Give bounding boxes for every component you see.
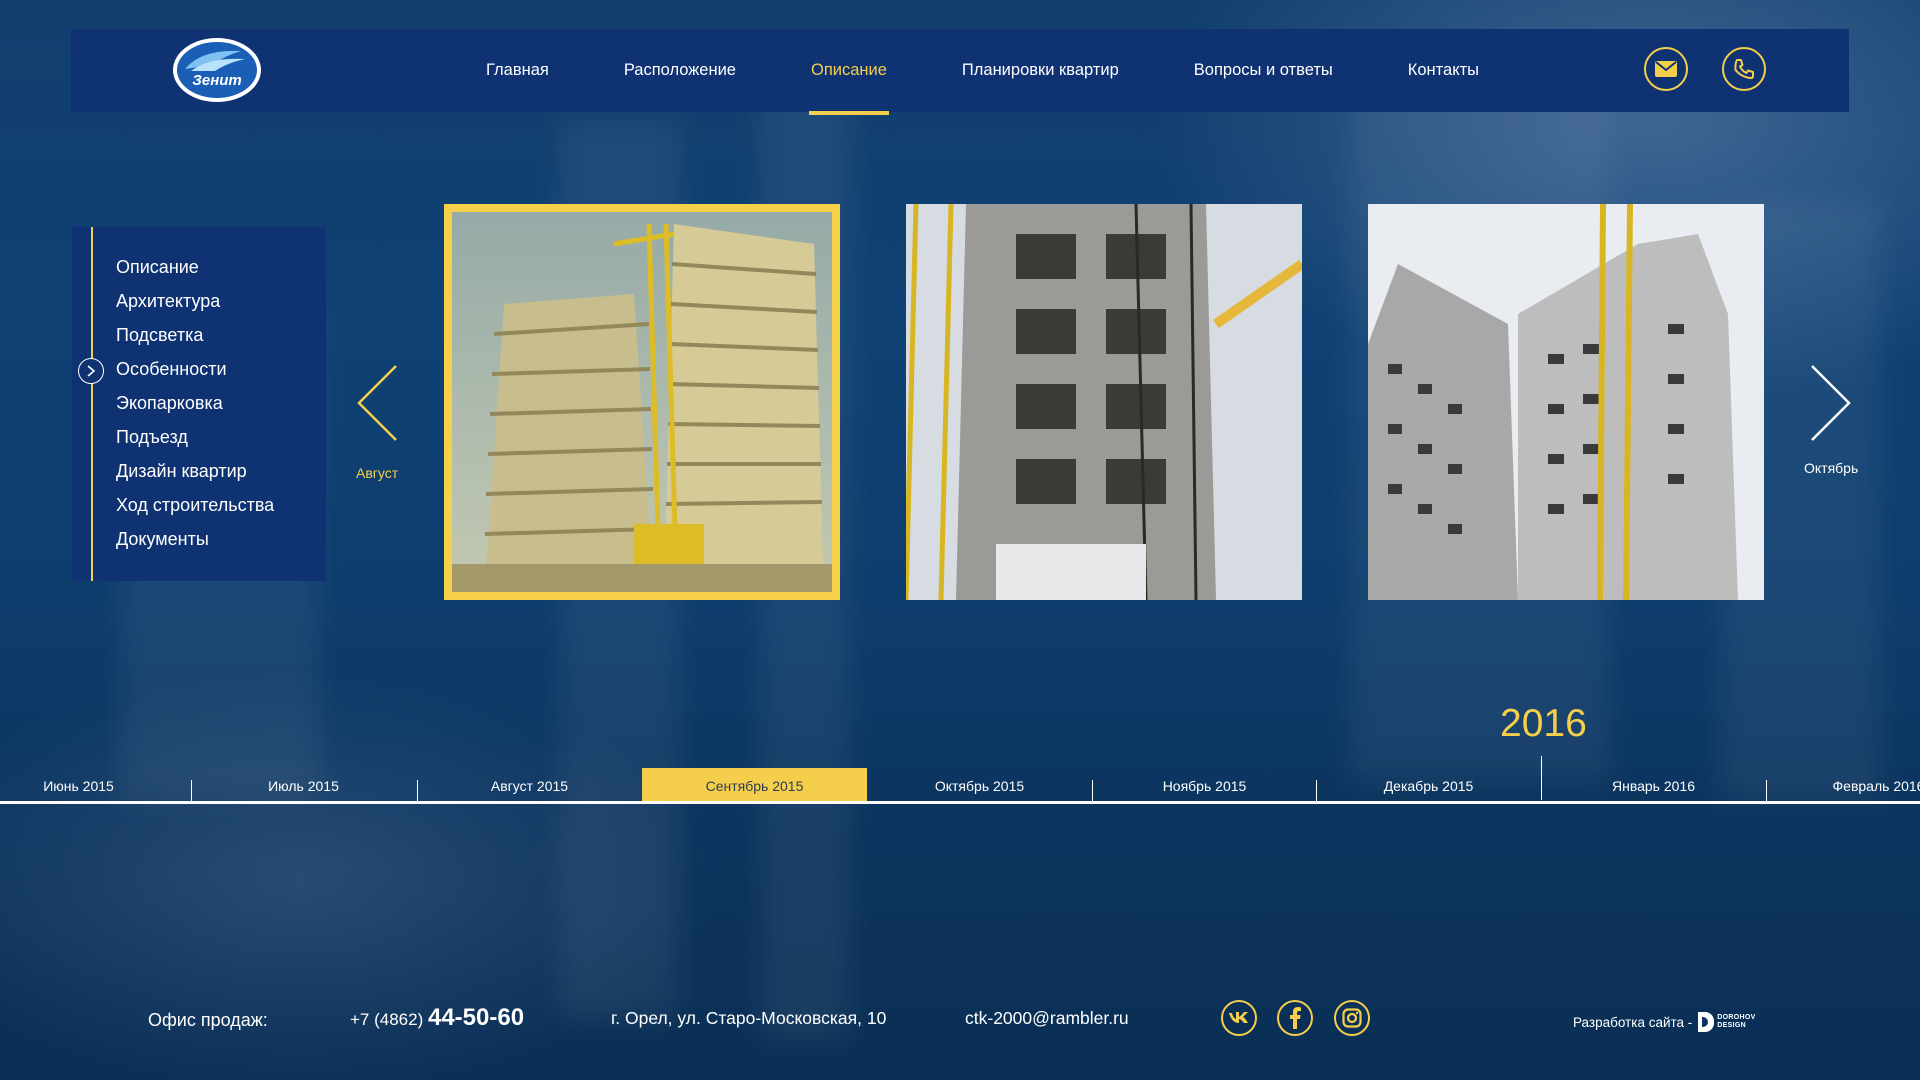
- footer-phone[interactable]: +7 (4862) 44-50-60: [350, 1004, 524, 1032]
- gallery-next-label[interactable]: Октябрь: [1804, 460, 1858, 476]
- timeline-month[interactable]: Ноябрь 2015: [1092, 768, 1317, 804]
- side-item-architecture[interactable]: Архитектура: [116, 284, 274, 318]
- nav-layouts[interactable]: Планировки квартир: [962, 29, 1119, 112]
- gallery-photo-1[interactable]: [444, 204, 840, 600]
- phone-icon: [1734, 59, 1754, 79]
- timeline-month[interactable]: Декабрь 2015: [1316, 768, 1541, 804]
- chevron-right-icon: [1811, 365, 1851, 441]
- zenit-logo[interactable]: Зенит: [171, 35, 263, 105]
- main-nav: Главная Расположение Описание Планировки…: [486, 29, 1554, 115]
- side-item-construction-progress[interactable]: Ход строительства: [116, 488, 274, 522]
- timeline-axis: [0, 801, 1920, 804]
- chevron-left-icon: [357, 365, 397, 441]
- side-item-documents[interactable]: Документы: [116, 522, 274, 556]
- logo-text: Зенит: [192, 72, 242, 89]
- side-item-ecoparking[interactable]: Экопарковка: [116, 386, 274, 420]
- gallery-next-arrow[interactable]: [1810, 364, 1852, 447]
- facebook-button[interactable]: [1277, 1000, 1313, 1036]
- chevron-right-icon: [87, 365, 96, 377]
- gallery-photo-2[interactable]: [906, 204, 1302, 600]
- top-header: Зенит Главная Расположение Описание План…: [71, 29, 1849, 115]
- facebook-icon: [1290, 1007, 1301, 1029]
- gallery-photo-3[interactable]: [1368, 204, 1764, 600]
- timeline-month[interactable]: Июль 2015: [191, 768, 416, 804]
- developer-label: Разработка сайта -: [1573, 1014, 1693, 1030]
- side-menu: Описание Архитектура Подсветка Особеннос…: [72, 227, 326, 581]
- nav-location[interactable]: Расположение: [624, 29, 736, 112]
- vk-icon: [1229, 1012, 1248, 1023]
- nav-home[interactable]: Главная: [486, 29, 549, 112]
- timeline-month[interactable]: Август 2015: [417, 768, 642, 804]
- mail-icon: [1655, 61, 1677, 77]
- vk-button[interactable]: [1221, 1000, 1257, 1036]
- timeline-month[interactable]: Февраль 2016: [1766, 768, 1920, 804]
- timeline-month-active[interactable]: Сентябрь 2015: [642, 768, 867, 804]
- side-menu-line: [91, 227, 93, 581]
- footer-email[interactable]: ctk-2000@rambler.ru: [965, 1008, 1129, 1029]
- side-item-lighting[interactable]: Подсветка: [116, 318, 274, 352]
- nav-description[interactable]: Описание: [808, 29, 889, 115]
- timeline-month[interactable]: Январь 2016: [1541, 768, 1766, 804]
- mail-button[interactable]: [1644, 47, 1688, 91]
- side-item-features[interactable]: Особенности: [116, 352, 274, 386]
- phone-number: 44-50-60: [427, 1004, 525, 1031]
- instagram-icon: [1342, 1008, 1362, 1028]
- timeline: Июнь 2015 Июль 2015 Август 2015 Сентябрь…: [0, 768, 1920, 804]
- phone-button[interactable]: [1722, 47, 1766, 91]
- gallery-prev-arrow[interactable]: [356, 364, 398, 447]
- phone-prefix: +7 (4862): [350, 1010, 428, 1029]
- footer-address: г. Орел, ул. Старо-Московская, 10: [611, 1008, 887, 1028]
- nav-faq[interactable]: Вопросы и ответы: [1194, 29, 1333, 112]
- timeline-month[interactable]: Октябрь 2015: [867, 768, 1092, 804]
- side-item-apartment-design[interactable]: Дизайн квартир: [116, 454, 274, 488]
- side-item-description[interactable]: Описание: [116, 250, 274, 284]
- timeline-month[interactable]: Июнь 2015: [0, 768, 191, 804]
- timeline-year: 2016: [1500, 702, 1587, 745]
- side-item-entrance[interactable]: Подъезд: [116, 420, 274, 454]
- sales-office-label: Офис продаж:: [148, 1010, 268, 1030]
- dorohov-design-logo: DOROHOV DESIGN: [1698, 1012, 1755, 1032]
- instagram-button[interactable]: [1334, 1000, 1370, 1036]
- developer-credit[interactable]: Разработка сайта - DOROHOV DESIGN: [1573, 1012, 1756, 1032]
- gallery-prev-label[interactable]: Август: [356, 465, 398, 481]
- footer: Офис продаж: +7 (4862) 44-50-60 г. Орел,…: [0, 990, 1920, 1050]
- side-menu-marker: [78, 358, 104, 384]
- nav-contacts[interactable]: Контакты: [1408, 29, 1479, 112]
